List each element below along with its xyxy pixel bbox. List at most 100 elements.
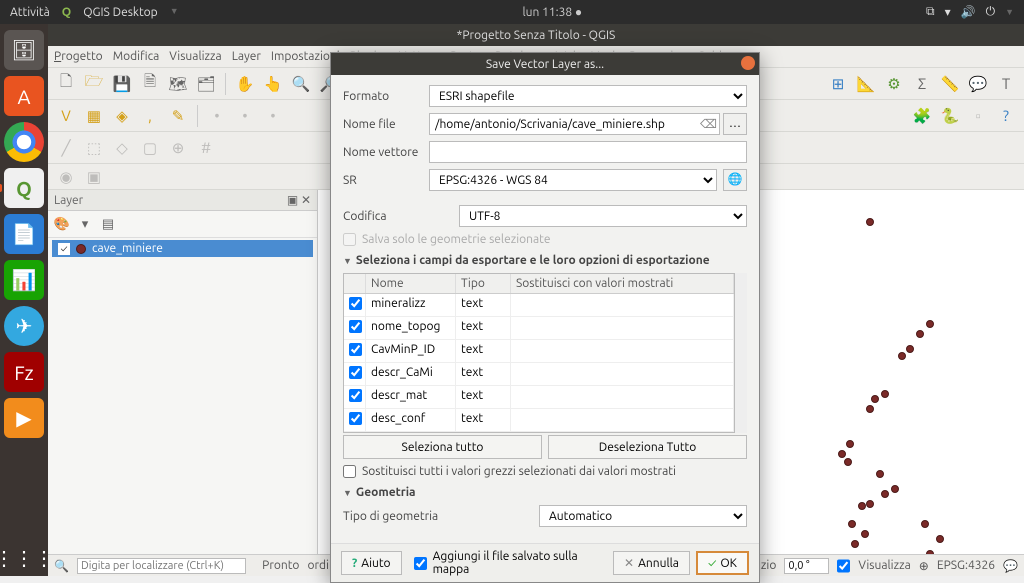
table-row[interactable]: descr_CaMi text — [344, 363, 734, 386]
current-app-label[interactable]: QGIS Desktop — [83, 6, 157, 19]
open-project-icon[interactable]: 🗁 — [82, 72, 106, 96]
search-icon[interactable]: 🔍 — [54, 559, 69, 573]
sr-select[interactable]: EPSG:4326 - WGS 84 — [429, 169, 717, 191]
tipogeom-select[interactable]: Automatico — [539, 505, 747, 527]
calc-icon[interactable]: 📐 — [854, 72, 878, 96]
select-all-button[interactable]: Seleziona tutto — [343, 435, 542, 459]
field-replace[interactable] — [511, 317, 734, 339]
table-row[interactable]: descr_mat text — [344, 386, 734, 409]
section-geom-toggle-icon[interactable]: ▼ — [343, 488, 352, 498]
field-replace[interactable] — [511, 409, 734, 431]
replace-raw-checkbox[interactable] — [343, 465, 356, 478]
launcher-software[interactable]: A — [4, 76, 44, 116]
panel-undock-icon[interactable]: ▣ — [287, 194, 298, 207]
dropbox-icon[interactable]: ⧉ — [926, 5, 935, 19]
tool-a-icon[interactable]: ⚙ — [882, 72, 906, 96]
add-mesh-icon[interactable]: ◈ — [110, 104, 134, 128]
addmap-checkbox[interactable] — [414, 557, 427, 570]
sigma-icon[interactable]: Σ — [910, 72, 934, 96]
layer-visibility-checkbox[interactable]: ✓ — [58, 243, 70, 255]
menu-layer[interactable]: Layer — [232, 50, 261, 63]
launcher-calc[interactable]: 📊 — [4, 260, 44, 300]
col-tipo[interactable]: Tipo — [456, 274, 511, 293]
launcher-files[interactable]: 🗄 — [4, 30, 44, 70]
deselect-all-button[interactable]: Deseleziona Tutto — [548, 435, 747, 459]
launcher-telegram[interactable]: ✈ — [4, 306, 44, 346]
style-mgr-icon[interactable]: 🎨 — [52, 214, 72, 234]
app-menu-chevron-icon[interactable]: ▼ — [170, 6, 179, 19]
pan-icon[interactable]: ✋ — [233, 72, 257, 96]
clear-file-icon[interactable]: ⌫ — [700, 117, 717, 131]
field-replace[interactable] — [511, 386, 734, 408]
field-checkbox[interactable] — [349, 412, 362, 425]
add-vector-icon[interactable]: V — [54, 104, 78, 128]
add-raster-icon[interactable]: ▦ — [82, 104, 106, 128]
launcher-apps-grid[interactable]: ⋮⋮⋮ — [0, 546, 54, 570]
volume-icon[interactable]: 🔊 — [961, 5, 976, 19]
save-icon[interactable]: 💾 — [110, 72, 134, 96]
panel-close-icon[interactable]: ✕ — [301, 194, 311, 207]
dialog-titlebar[interactable]: Save Vector Layer as... — [331, 53, 759, 75]
formato-select[interactable]: ESRI shapefile — [429, 85, 747, 107]
attr-table-icon[interactable]: ⊞ — [826, 72, 850, 96]
field-replace[interactable] — [511, 340, 734, 362]
add-csv-icon[interactable]: , — [138, 104, 162, 128]
menu-visualizza[interactable]: Visualizza — [169, 50, 221, 63]
nomefile-input[interactable] — [429, 113, 720, 135]
menu-progetto[interactable]: PProgettorogetto — [54, 50, 103, 63]
dialog-close-icon[interactable] — [741, 56, 755, 70]
field-checkbox[interactable] — [349, 320, 362, 333]
help-button[interactable]: ?Aiuto — [341, 551, 402, 575]
log-icon[interactable]: 💬 — [1003, 559, 1018, 573]
table-row[interactable]: mineralizz text — [344, 294, 734, 317]
menu-modifica[interactable]: Modifica — [113, 50, 160, 63]
measure-icon[interactable]: 📏 — [938, 72, 962, 96]
filter-icon[interactable]: ▾ — [75, 214, 95, 234]
nomevettore-input[interactable] — [429, 141, 747, 163]
expand-icon[interactable]: ▤ — [98, 214, 118, 234]
new-project-icon[interactable]: 🗋 — [54, 72, 78, 96]
zoom-in-icon[interactable]: 🔍 — [289, 72, 313, 96]
col-sost[interactable]: Sostituisci con valori mostrati — [511, 274, 734, 293]
field-checkbox[interactable] — [349, 366, 362, 379]
layer-item[interactable]: ✓ cave_miniere — [52, 240, 313, 257]
pan-sel-icon[interactable]: 👆 — [261, 72, 285, 96]
tips-icon[interactable]: 💬 — [966, 72, 990, 96]
field-checkbox[interactable] — [349, 297, 362, 310]
layout-mgr-icon[interactable]: 🗂 — [194, 72, 218, 96]
network-icon[interactable]: ▾ — [945, 5, 951, 19]
crs-icon[interactable]: ⊕ — [919, 559, 929, 573]
fields-scrollbar[interactable] — [735, 273, 747, 433]
table-row[interactable]: CavMinP_ID text — [344, 340, 734, 363]
launcher-vlc[interactable]: ▶ — [4, 398, 44, 438]
system-menu-chevron-icon[interactable]: ▼ — [1005, 7, 1014, 17]
new-layer-icon[interactable]: ✎ — [166, 104, 190, 128]
field-checkbox[interactable] — [349, 343, 362, 356]
table-row[interactable]: desc_conf text — [344, 409, 734, 432]
help-icon[interactable]: ? — [994, 104, 1018, 128]
python-icon[interactable]: 🐍 — [938, 104, 962, 128]
col-nome[interactable]: Nome — [366, 274, 456, 293]
launcher-chrome[interactable] — [4, 122, 44, 162]
field-checkbox[interactable] — [349, 389, 362, 402]
sr-picker-button[interactable]: 🌐 — [723, 169, 747, 191]
cancel-button[interactable]: ✕Annulla — [613, 551, 690, 575]
power-icon[interactable]: ⏻ — [986, 5, 996, 19]
field-replace[interactable] — [511, 294, 734, 316]
plugins-icon[interactable]: 🧩 — [910, 104, 934, 128]
rot-input[interactable] — [784, 558, 829, 574]
codifica-select[interactable]: UTF-8 — [459, 205, 747, 227]
section-fields-toggle-icon[interactable]: ▼ — [343, 256, 352, 266]
locator-input[interactable] — [77, 558, 246, 574]
launcher-writer[interactable]: 📄 — [4, 214, 44, 254]
saveas-icon[interactable]: 🗎 — [138, 72, 162, 96]
layout-icon[interactable]: 🗺 — [166, 72, 190, 96]
launcher-filezilla[interactable]: Fz — [4, 352, 44, 392]
table-row[interactable]: nome_topog text — [344, 317, 734, 340]
ok-button[interactable]: ✓OK — [696, 551, 749, 575]
launcher-qgis[interactable]: Q — [4, 168, 44, 208]
text-icon[interactable]: T — [994, 72, 1018, 96]
clock-label[interactable]: lun 11:38 — [523, 6, 573, 19]
browse-file-button[interactable]: … — [723, 113, 747, 135]
activities-label[interactable]: Attività — [10, 6, 50, 19]
